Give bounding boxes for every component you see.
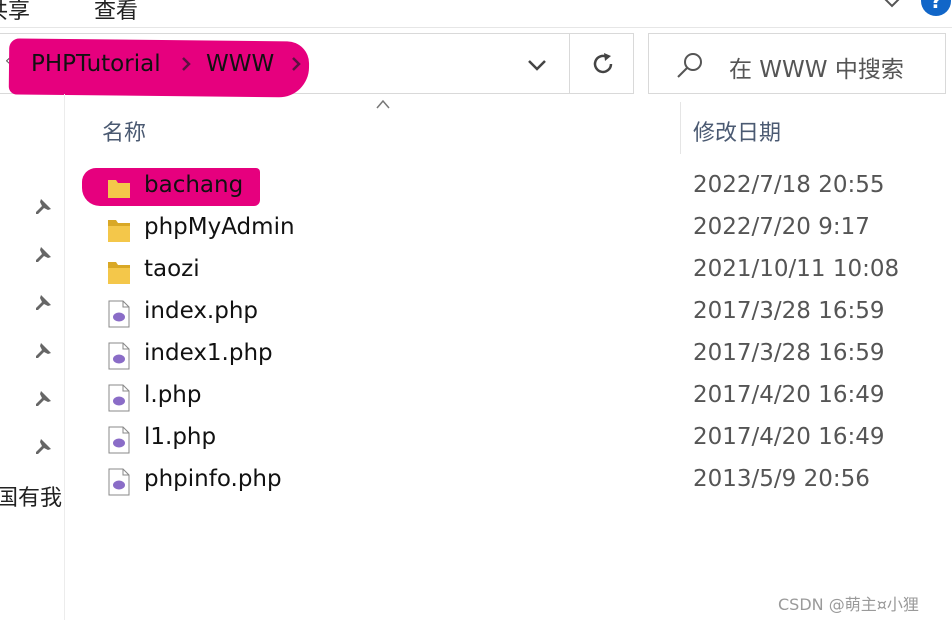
address-divider [569,34,570,93]
file-date: 2017/3/28 16:59 [693,298,885,324]
breadcrumb-phptutorial[interactable]: PHPTutorial [31,51,161,77]
list-item[interactable]: index1.php 2017/3/28 16:59 [70,334,950,376]
ribbon-tab-share[interactable]: 共享 [0,0,30,25]
pin-icon[interactable] [33,197,53,217]
list-item[interactable]: phpMyAdmin 2022/7/20 9:17 [70,208,950,250]
list-item[interactable]: l1.php 2017/4/20 16:49 [70,418,950,460]
file-date: 2021/10/11 10:08 [693,256,900,282]
folder-icon [108,180,130,198]
breadcrumb-www[interactable]: WWW [206,51,274,77]
sort-ascending-icon [376,99,390,109]
address-bar[interactable]: ‹ PHPTutorial WWW [0,33,634,98]
folder-icon [108,220,130,242]
column-divider[interactable] [680,102,681,154]
file-name: index.php [144,298,259,324]
list-item[interactable]: l.php 2017/4/20 16:49 [70,376,950,418]
pin-icon[interactable] [33,245,53,265]
address-dropdown-chevron-icon[interactable] [525,53,549,77]
list-item[interactable]: bachang 2022/7/18 20:55 [70,166,950,208]
file-name: phpinfo.php [144,466,282,492]
file-date: 2022/7/20 9:17 [693,214,870,240]
file-date: 2013/5/9 20:56 [693,466,870,492]
file-date: 2017/4/20 16:49 [693,382,885,408]
list-item[interactable]: taozi 2021/10/11 10:08 [70,250,950,292]
file-date: 2022/7/18 20:55 [693,172,885,198]
watermark: CSDN @萌主¤小狸 [778,595,919,614]
search-icon [677,53,702,78]
search-placeholder: 在 WWW 中搜索 [729,57,904,83]
pin-icon[interactable] [33,437,53,457]
file-name: l.php [144,382,202,408]
ribbon-expand-chevron-icon[interactable] [880,0,904,14]
refresh-icon[interactable] [589,50,617,78]
file-date: 2017/3/28 16:59 [693,340,885,366]
php-file-icon [108,300,130,328]
search-box[interactable]: 在 WWW 中搜索 [648,33,946,94]
ribbon-tab-view[interactable]: 查看 [94,0,138,25]
php-file-icon [108,468,130,496]
file-name: bachang [144,172,244,198]
file-name: l1.php [144,424,217,450]
help-icon[interactable]: ? [921,0,951,16]
list-item[interactable]: index.php 2017/3/28 16:59 [70,292,950,334]
php-file-icon [108,384,130,412]
file-name: phpMyAdmin [144,214,295,240]
breadcrumb-separator-icon[interactable] [289,55,303,73]
column-header-date-modified[interactable]: 修改日期 [693,115,781,147]
navigation-pane[interactable]: 国有我 [0,94,65,620]
file-name: index1.php [144,340,273,366]
file-date: 2017/4/20 16:49 [693,424,885,450]
php-file-icon [108,342,130,370]
pin-icon[interactable] [33,293,53,313]
nav-item-label[interactable]: 国有我 [0,480,62,512]
breadcrumb-separator-icon[interactable] [179,55,193,73]
php-file-icon [108,426,130,454]
file-name: taozi [144,256,200,282]
column-header-name[interactable]: 名称 [102,115,146,147]
ribbon-divider [0,27,952,28]
pin-icon[interactable] [33,389,53,409]
pin-icon[interactable] [33,341,53,361]
folder-icon [108,262,130,284]
list-item[interactable]: phpinfo.php 2013/5/9 20:56 [70,460,950,502]
